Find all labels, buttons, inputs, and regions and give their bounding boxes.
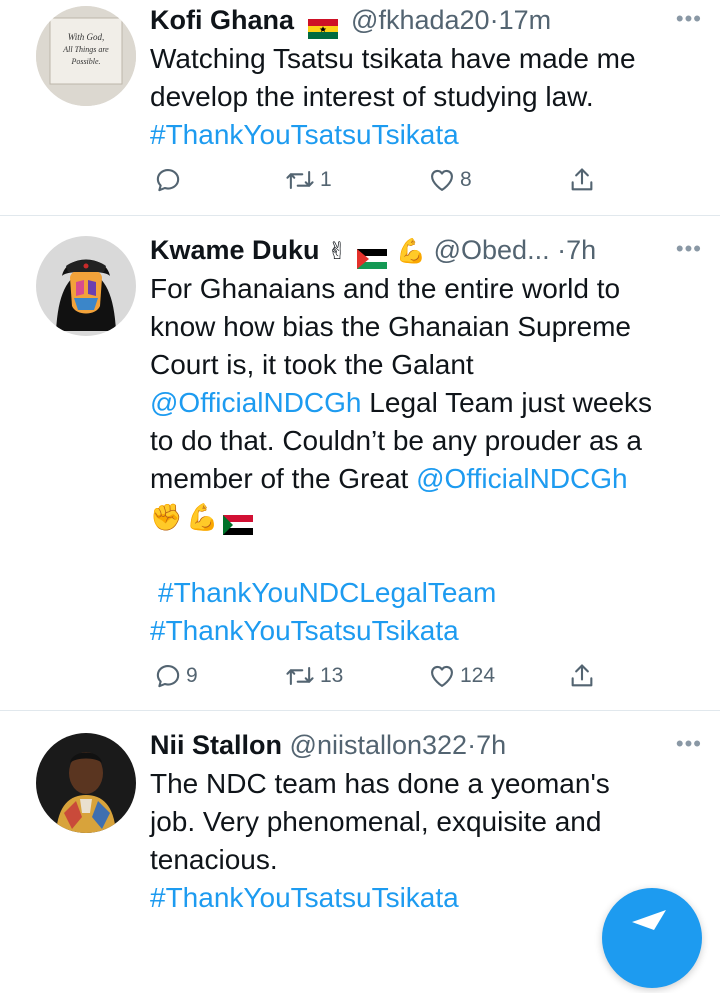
like-button[interactable]: 8 [428,166,472,194]
hashtag-link[interactable]: #ThankYouTsatsuTsikata [150,116,696,154]
palestine-flag-icon [356,240,387,269]
share-button[interactable] [568,166,596,194]
tweet-header: Kwame Duku ✌ 💪 @Obed... ·7h [150,230,700,270]
timestamp[interactable]: 7h [566,235,596,265]
tweet-header: Nii Stallon @niistallon322·7h [150,725,700,765]
hashtag-link[interactable]: #ThankYouTsatsuTsikata [150,612,696,650]
compose-icon [632,910,666,930]
reply-icon [156,665,180,688]
avatar-image [36,236,136,336]
more-options-icon[interactable]: ••• [676,6,702,32]
handle[interactable]: @fkhada20 [351,5,490,35]
flexed-biceps-icon: 💪 [186,502,219,532]
like-count: 8 [460,168,472,191]
avatar-image: With God, All Things are Possible. [36,6,136,106]
svg-text:All Things are: All Things are [62,45,109,54]
tweet-actions: 9 13 124 [150,662,620,698]
share-icon [571,664,593,687]
display-name[interactable]: Kofi Ghana [150,5,294,35]
avatar[interactable] [36,733,136,833]
timestamp[interactable]: 7h [476,730,506,760]
heart-icon [431,665,453,687]
victory-hand-icon: ✌ [327,238,348,265]
tweet-text: Watching Tsatsu tsikata have made me dev… [150,40,696,154]
separator: · [557,235,567,265]
display-name[interactable]: Nii Stallon [150,730,282,760]
mention-link[interactable]: @OfficialNDCGh [416,463,628,494]
heart-icon [431,169,453,191]
more-options-icon[interactable]: ••• [676,731,702,757]
reply-icon [156,169,180,192]
handle[interactable]: @Obed... [434,235,550,265]
tweet-text: For Ghanaians and the entire world to kn… [150,270,696,650]
display-name[interactable]: Kwame Duku [150,235,320,265]
mention-link[interactable]: @OfficialNDCGh [150,387,362,418]
separator: · [467,730,477,760]
retweet-count: 13 [320,664,344,687]
like-count: 124 [460,664,496,687]
ghana-flag-icon [307,10,338,39]
tweet[interactable]: Kwame Duku ✌ 💪 @Obed... ·7h ••• For Ghan… [0,216,720,710]
tweet-actions: 1 8 [150,166,620,202]
svg-text:Possible.: Possible. [70,57,100,66]
tweet[interactable]: With God, All Things are Possible. Kofi … [0,0,720,215]
retweet-icon [286,170,314,190]
hashtag-link[interactable]: #ThankYouNDCLegalTeam [150,574,696,612]
emoji-line: ✊ 💪 [150,498,696,536]
reply-count: 9 [186,664,198,687]
retweet-count: 1 [320,168,332,191]
raised-fist-icon: ✊ [150,502,183,532]
avatar-image [36,733,136,833]
retweet-icon [286,666,314,686]
more-options-icon[interactable]: ••• [676,236,702,262]
flexed-biceps-icon: 💪 [396,238,427,265]
retweet-button[interactable]: 13 [284,662,343,690]
timestamp[interactable]: 17m [499,5,552,35]
reply-button[interactable]: 9 [154,662,198,690]
compose-button[interactable] [602,888,702,988]
share-button[interactable] [568,662,596,690]
tweet-header: Kofi Ghana @fkhada20·17m [150,0,700,40]
handle[interactable]: @niistallon322 [290,730,468,760]
like-button[interactable]: 124 [428,662,495,690]
avatar[interactable] [36,236,136,336]
separator: · [489,5,499,35]
share-icon [571,168,593,191]
retweet-button[interactable]: 1 [284,166,332,194]
avatar-text: With God, [68,32,105,42]
avatar[interactable]: With God, All Things are Possible. [36,6,136,106]
sudan-flag-icon [222,507,253,535]
reply-button[interactable] [154,166,186,194]
